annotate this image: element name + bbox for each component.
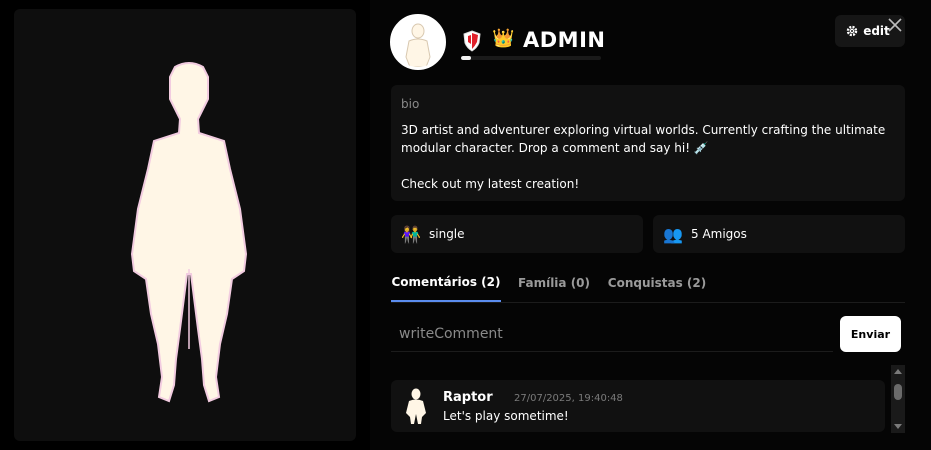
tab-achievements[interactable]: Conquistas (2): [605, 264, 709, 302]
commenter-avatar[interactable]: [401, 387, 431, 425]
close-icon[interactable]: [884, 14, 906, 36]
comment-timestamp: 27/07/2025, 19:40:48: [514, 393, 623, 404]
comment-item: Raptor 27/07/2025, 19:40:48 Let's play s…: [391, 380, 885, 432]
tab-family[interactable]: Família (0): [513, 264, 595, 302]
friends-count-card[interactable]: 👥 5 Amigos: [653, 215, 905, 253]
avatar-figure: [130, 62, 248, 403]
username: ADMIN: [523, 28, 606, 52]
tab-comments[interactable]: Comentários (2): [391, 264, 501, 302]
xp-progress-fill: [461, 56, 471, 60]
scroll-up-arrow-icon[interactable]: [893, 367, 903, 375]
bio-label: bio: [401, 97, 420, 111]
avatar-silhouette-icon: [393, 17, 443, 67]
scroll-thumb[interactable]: [894, 384, 902, 400]
avatar-preview-panel: [14, 9, 356, 441]
comment-text: Let's play sometime!: [443, 409, 569, 423]
relationship-status-label: single: [429, 227, 465, 241]
bio-text: 3D artist and adventurer exploring virtu…: [401, 123, 886, 191]
profile-tabs: Comentários (2) Família (0) Conquistas (…: [391, 264, 905, 303]
relationship-status-card: 👫 single: [391, 215, 643, 253]
friends-count-label: 5 Amigos: [691, 227, 747, 241]
couple-icon: 👫: [401, 224, 421, 244]
crown-icon: 👑: [492, 28, 515, 49]
comments-scrollbar[interactable]: [891, 365, 905, 433]
profile-avatar[interactable]: [390, 14, 446, 70]
shield-icon: [463, 30, 481, 52]
comment-input[interactable]: [391, 316, 833, 352]
comment-author[interactable]: Raptor: [443, 390, 493, 405]
xp-progress-bar: [461, 56, 601, 60]
bio-card: bio 3D artist and adventurer exploring v…: [391, 85, 905, 201]
profile-panel: 👑 ADMIN edit bio 3D artist and adventure…: [370, 0, 931, 450]
gear-icon: [846, 25, 858, 37]
scroll-down-arrow-icon[interactable]: [893, 423, 903, 431]
people-icon: 👥: [663, 224, 683, 244]
send-button[interactable]: Enviar: [840, 316, 901, 352]
